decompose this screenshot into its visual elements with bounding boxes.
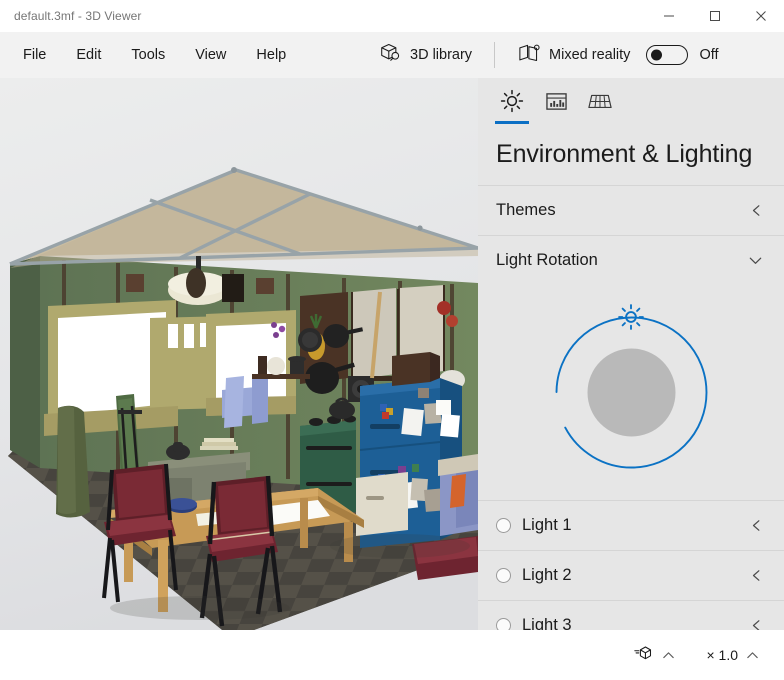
tab-environment-lighting[interactable] — [490, 88, 534, 124]
light-rotation-dial[interactable] — [544, 303, 719, 480]
tab-statistics[interactable] — [534, 88, 578, 124]
stats-panel-icon — [545, 88, 568, 114]
window-controls — [646, 0, 784, 32]
model-info-button[interactable] — [626, 639, 684, 672]
page-title: Environment & Lighting — [496, 140, 753, 168]
section-themes[interactable]: Themes — [478, 185, 784, 235]
close-button[interactable] — [738, 0, 784, 32]
light-3-toggle[interactable] — [496, 618, 511, 630]
chevron-left-icon[interactable] — [749, 568, 764, 583]
3d-viewport[interactable] — [0, 78, 478, 630]
light-1-label: Light 1 — [522, 516, 572, 534]
light-1-toggle[interactable] — [496, 518, 511, 533]
model-info-icon — [634, 645, 654, 666]
chevron-left-icon[interactable] — [749, 203, 764, 218]
title-bar: default.3mf - 3D Viewer — [0, 0, 784, 32]
status-bar: × 1.0 — [0, 630, 784, 680]
section-light-rotation[interactable]: Light Rotation — [478, 235, 784, 285]
menu-item-file[interactable]: File — [8, 41, 61, 69]
menu-item-edit[interactable]: Edit — [61, 41, 116, 69]
light-3-label: Light 3 — [522, 616, 572, 630]
toolbar-divider — [494, 42, 496, 68]
tab-active-indicator — [495, 121, 529, 124]
mixed-reality-button[interactable]: Mixed reality — [507, 38, 640, 72]
right-panel: Environment & Lighting Themes Light Rota… — [478, 78, 784, 630]
menu-bar: File Edit Tools View Help 3D library Mix… — [0, 32, 784, 78]
light-rotation-control[interactable] — [478, 285, 784, 500]
section-light-rotation-label: Light Rotation — [496, 251, 598, 269]
main-content: Environment & Lighting Themes Light Rota… — [0, 78, 784, 630]
list-item-light-1[interactable]: Light 1 — [478, 500, 784, 550]
zoom-control[interactable]: × 1.0 — [698, 641, 768, 669]
list-item-light-3[interactable]: Light 3 — [478, 600, 784, 630]
chevron-left-icon[interactable] — [749, 618, 764, 630]
chevron-down-icon[interactable] — [747, 252, 764, 269]
minimize-button[interactable] — [646, 0, 692, 32]
list-item-light-2[interactable]: Light 2 — [478, 550, 784, 600]
cube-search-icon — [380, 43, 401, 68]
menu-item-view[interactable]: View — [180, 41, 241, 69]
3d-library-button[interactable]: 3D library — [370, 38, 482, 73]
mixed-reality-label: Mixed reality — [549, 47, 631, 63]
mixed-reality-toggle[interactable] — [646, 45, 689, 65]
section-themes-label: Themes — [496, 201, 556, 219]
light-2-label: Light 2 — [522, 566, 572, 584]
toolbar: 3D library Mixed reality Off — [370, 32, 719, 78]
app-window: default.3mf - 3D Viewer File Edit Tools … — [0, 0, 784, 680]
chevron-left-icon[interactable] — [749, 518, 764, 533]
chevron-up-icon[interactable] — [661, 648, 676, 663]
menu-item-tools[interactable]: Tools — [116, 41, 180, 69]
mixed-reality-icon — [517, 43, 540, 67]
tab-grid[interactable] — [578, 88, 622, 124]
maximize-button[interactable] — [692, 0, 738, 32]
window-title: default.3mf - 3D Viewer — [14, 9, 142, 23]
light-2-toggle[interactable] — [496, 568, 511, 583]
3d-library-label: 3D library — [410, 47, 473, 63]
panel-tabs — [478, 78, 784, 124]
panel-sections: Themes Light Rotation Light 1 Light 2 Li… — [478, 185, 784, 630]
chevron-up-icon[interactable] — [745, 648, 760, 663]
grid-icon — [588, 88, 612, 114]
mixed-reality-state-label: Off — [699, 47, 719, 63]
sun-icon — [500, 88, 524, 114]
zoom-level-label: × 1.0 — [706, 647, 738, 663]
3d-scene — [0, 78, 478, 630]
light-rotation-handle-sun-icon[interactable] — [617, 303, 645, 331]
menu-items: File Edit Tools View Help — [0, 41, 301, 69]
menu-item-help[interactable]: Help — [241, 41, 301, 69]
